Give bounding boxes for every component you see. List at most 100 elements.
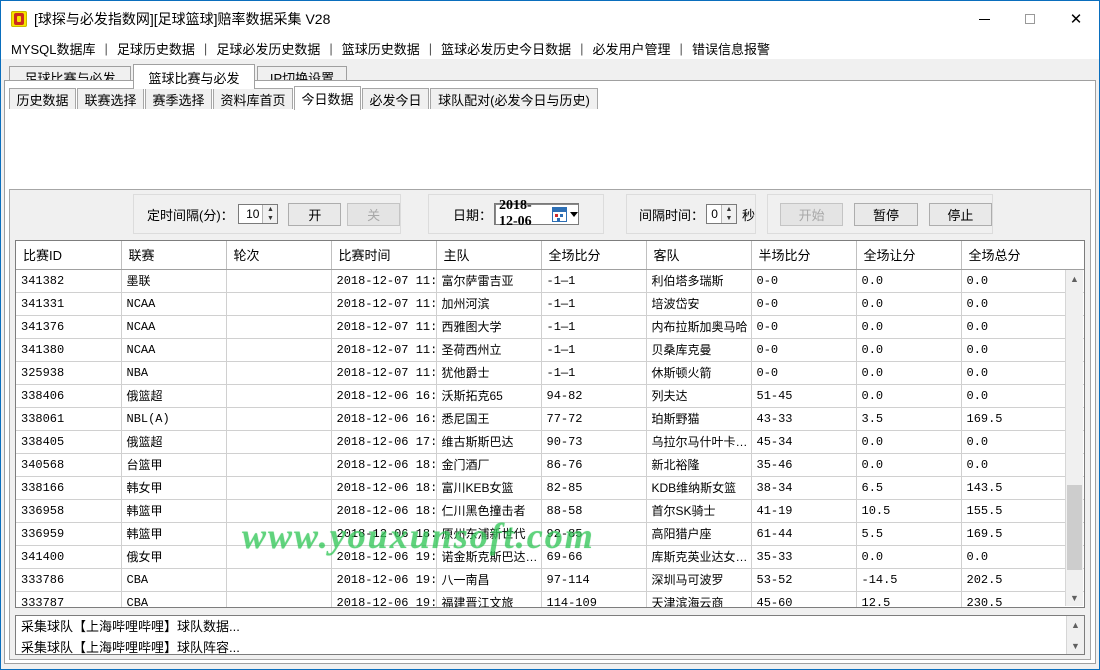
table-row[interactable]: 341376NCAA 2018-12-07 11:00西雅图大学-1—1内布拉斯加… <box>16 315 1084 339</box>
table-row[interactable]: 336959韩篮甲 2018-12-06 18:30原州东浦新世代92-85高阳猎… <box>16 522 1084 546</box>
interval-label: 定时间隔(分)： <box>147 207 234 223</box>
col-away-team[interactable]: 客队 <box>646 241 752 270</box>
interval-stepper[interactable]: 10 ▲ ▼ <box>237 204 279 224</box>
gap-label: 间隔时间： <box>639 207 705 223</box>
menu-item-bifa-users[interactable]: 必发用户管理 <box>591 39 673 58</box>
start-button: 开始 <box>780 202 844 226</box>
table-cell: 45-34 <box>751 430 857 454</box>
menu-separator: | <box>428 40 433 56</box>
gap-group: 间隔时间： 0 ▲ ▼ 秒 <box>626 194 756 234</box>
menu-item-football-bifa-history[interactable]: 足球必发历史数据 <box>214 39 322 58</box>
col-round[interactable]: 轮次 <box>226 241 332 270</box>
col-full-handicap[interactable]: 全场让分 <box>856 241 962 270</box>
table-cell: NCAA <box>121 315 227 339</box>
stop-button[interactable]: 停止 <box>928 202 992 226</box>
table-row[interactable]: 325938NBA 2018-12-07 11:30犹他爵士-1—1休斯顿火箭0-… <box>16 361 1084 385</box>
tab-bifa-today[interactable]: 必发今日 <box>362 88 429 109</box>
table-row[interactable]: 333786CBA 2018-12-06 19:35八一南昌97-114深圳马可波… <box>16 568 1084 592</box>
col-half-score[interactable]: 半场比分 <box>751 241 857 270</box>
minimize-button[interactable] <box>961 1 1007 37</box>
table-cell: 0.0 <box>856 453 962 477</box>
table-cell: 0.0 <box>856 545 962 569</box>
window-controls: ✕ <box>961 1 1099 37</box>
col-match-time[interactable]: 比赛时间 <box>331 241 437 270</box>
table-row[interactable]: 341331NCAA 2018-12-07 11:00加州河滨-1—1培波岱安0-… <box>16 292 1084 316</box>
menu-item-football-history[interactable]: 足球历史数据 <box>115 39 197 58</box>
table-row[interactable]: 338406俄篮超 2018-12-06 16:30沃斯拓克6594-82列夫达5… <box>16 384 1084 408</box>
table-row[interactable]: 338405俄篮超 2018-12-06 17:10维古斯斯巴达90-73乌拉尔马… <box>16 430 1084 454</box>
table-row[interactable]: 338166韩女甲 2018-12-06 18:00富川KEB女篮82-85KDB… <box>16 476 1084 500</box>
table-cell: 61-44 <box>751 522 857 546</box>
table-row[interactable]: 336958韩篮甲 2018-12-06 18:30仁川黑色撞击者88-58首尔S… <box>16 499 1084 523</box>
col-full-score[interactable]: 全场比分 <box>541 241 647 270</box>
table-cell: 俄篮超 <box>121 430 227 454</box>
col-league[interactable]: 联赛 <box>121 241 227 270</box>
table-row[interactable]: 341400俄女甲 2018-12-06 19:13诺金斯克斯巴达…69-66库斯… <box>16 545 1084 569</box>
chevron-down-icon[interactable] <box>570 211 579 217</box>
minimize-icon <box>978 18 990 20</box>
menu-separator: | <box>679 40 683 56</box>
menu-item-basketball-bifa-today[interactable]: 篮球必发历史今日数据 <box>439 39 573 58</box>
table-cell: 犹他爵士 <box>436 361 542 385</box>
table-cell: 2018-12-06 16:50 <box>331 407 437 431</box>
table-cell: 2018-12-07 11:00 <box>331 338 437 362</box>
log-panel[interactable]: 采集球队【上海哔哩哔哩】球队数据...采集球队【上海哔哩哔哩】球队阵容...采集… <box>15 615 1085 655</box>
timer-group: 定时间隔(分)： 10 ▲ ▼ 开 关 <box>133 194 401 234</box>
grid-vertical-scrollbar[interactable]: ▲ ▼ <box>1065 270 1083 606</box>
menu-item-mysql[interactable]: MYSQL数据库 <box>9 39 98 58</box>
table-cell: 富尔萨雷吉亚 <box>436 269 542 293</box>
menu-item-basketball-history[interactable]: 篮球历史数据 <box>340 39 422 58</box>
matches-table: 比赛ID 联赛 轮次 比赛时间 主队 全场比分 客队 半场比分 全场让分 全场总… <box>16 241 1084 607</box>
date-picker[interactable]: 2018-12-06 <box>494 198 580 229</box>
chevron-up-icon[interactable]: ▲ <box>1067 616 1084 633</box>
table-cell: 6.5 <box>856 476 962 500</box>
date-label: 日期： <box>453 207 493 223</box>
tab-today-data[interactable]: 今日数据 <box>294 86 361 110</box>
table-cell: -1—1 <box>541 361 647 385</box>
col-full-total[interactable]: 全场总分 <box>961 241 1084 270</box>
timer-close-button: 关 <box>347 202 401 226</box>
app-icon <box>11 11 27 27</box>
table-cell <box>226 545 332 569</box>
tab-basketball-matches[interactable]: 篮球比赛与必发 <box>133 64 255 89</box>
table-cell <box>226 338 332 362</box>
chevron-up-icon[interactable]: ▲ <box>1066 270 1083 287</box>
table-cell <box>226 476 332 500</box>
menu-separator: | <box>329 40 333 56</box>
tab-league-select[interactable]: 联赛选择 <box>77 88 144 109</box>
tab-history-data[interactable]: 历史数据 <box>9 88 76 109</box>
log-lines: 采集球队【上海哔哩哔哩】球队数据...采集球队【上海哔哩哔哩】球队阵容...采集… <box>16 616 1084 654</box>
chevron-down-icon[interactable]: ▼ <box>1067 637 1084 654</box>
table-row[interactable]: 341380NCAA 2018-12-07 11:00圣荷西州立-1—1贝桑库克曼… <box>16 338 1084 362</box>
matches-grid[interactable]: 比赛ID 联赛 轮次 比赛时间 主队 全场比分 客队 半场比分 全场让分 全场总… <box>15 240 1085 608</box>
stepper-arrows-icon[interactable]: ▲ ▼ <box>262 205 278 223</box>
tab-team-pairing[interactable]: 球队配对(必发今日与历史) <box>430 88 598 109</box>
table-row[interactable]: 340568台篮甲 2018-12-06 18:00金门酒厂86-76新北裕隆35… <box>16 453 1084 477</box>
col-match-id[interactable]: 比赛ID <box>16 241 122 270</box>
close-button[interactable]: ✕ <box>1053 1 1099 37</box>
table-cell: 墨联 <box>121 269 227 293</box>
grid-scroll-thumb[interactable] <box>1067 485 1082 570</box>
timer-open-button[interactable]: 开 <box>288 202 342 226</box>
table-row[interactable]: 338061NBL(A) 2018-12-06 16:50悉尼国王77-72珀斯野… <box>16 407 1084 431</box>
table-cell: 2018-12-07 11:00 <box>331 269 437 293</box>
table-row[interactable]: 341382墨联 2018-12-07 11:00富尔萨雷吉亚-1—1利伯塔多瑞斯… <box>16 269 1084 293</box>
table-cell: 2018-12-06 19:35 <box>331 568 437 592</box>
log-vertical-scrollbar[interactable]: ▲ ▼ <box>1066 616 1084 654</box>
maximize-button[interactable] <box>1007 1 1053 37</box>
tab-database-home[interactable]: 资料库首页 <box>213 88 293 109</box>
chevron-down-icon[interactable]: ▼ <box>1066 589 1083 606</box>
tab-season-select[interactable]: 赛季选择 <box>145 88 212 109</box>
app-window: [球探与必发指数网][足球篮球]赔率数据采集 V28 ✕ MYSQL数据库 | … <box>0 0 1100 670</box>
table-row[interactable]: 333787CBA 2018-12-06 19:35福建晋江文旅114-109天津… <box>16 591 1084 607</box>
menu-item-error-alerts[interactable]: 错误信息报警 <box>690 39 772 58</box>
gap-stepper[interactable]: 0 ▲ ▼ <box>706 204 737 224</box>
table-cell: 86-76 <box>541 453 647 477</box>
col-home-team[interactable]: 主队 <box>436 241 542 270</box>
table-cell: -14.5 <box>856 568 962 592</box>
calendar-icon[interactable] <box>552 206 568 222</box>
table-cell <box>226 407 332 431</box>
table-cell: 38-34 <box>751 476 857 500</box>
pause-button[interactable]: 暂停 <box>854 202 918 226</box>
stepper-arrows-icon[interactable]: ▲ ▼ <box>720 205 736 223</box>
